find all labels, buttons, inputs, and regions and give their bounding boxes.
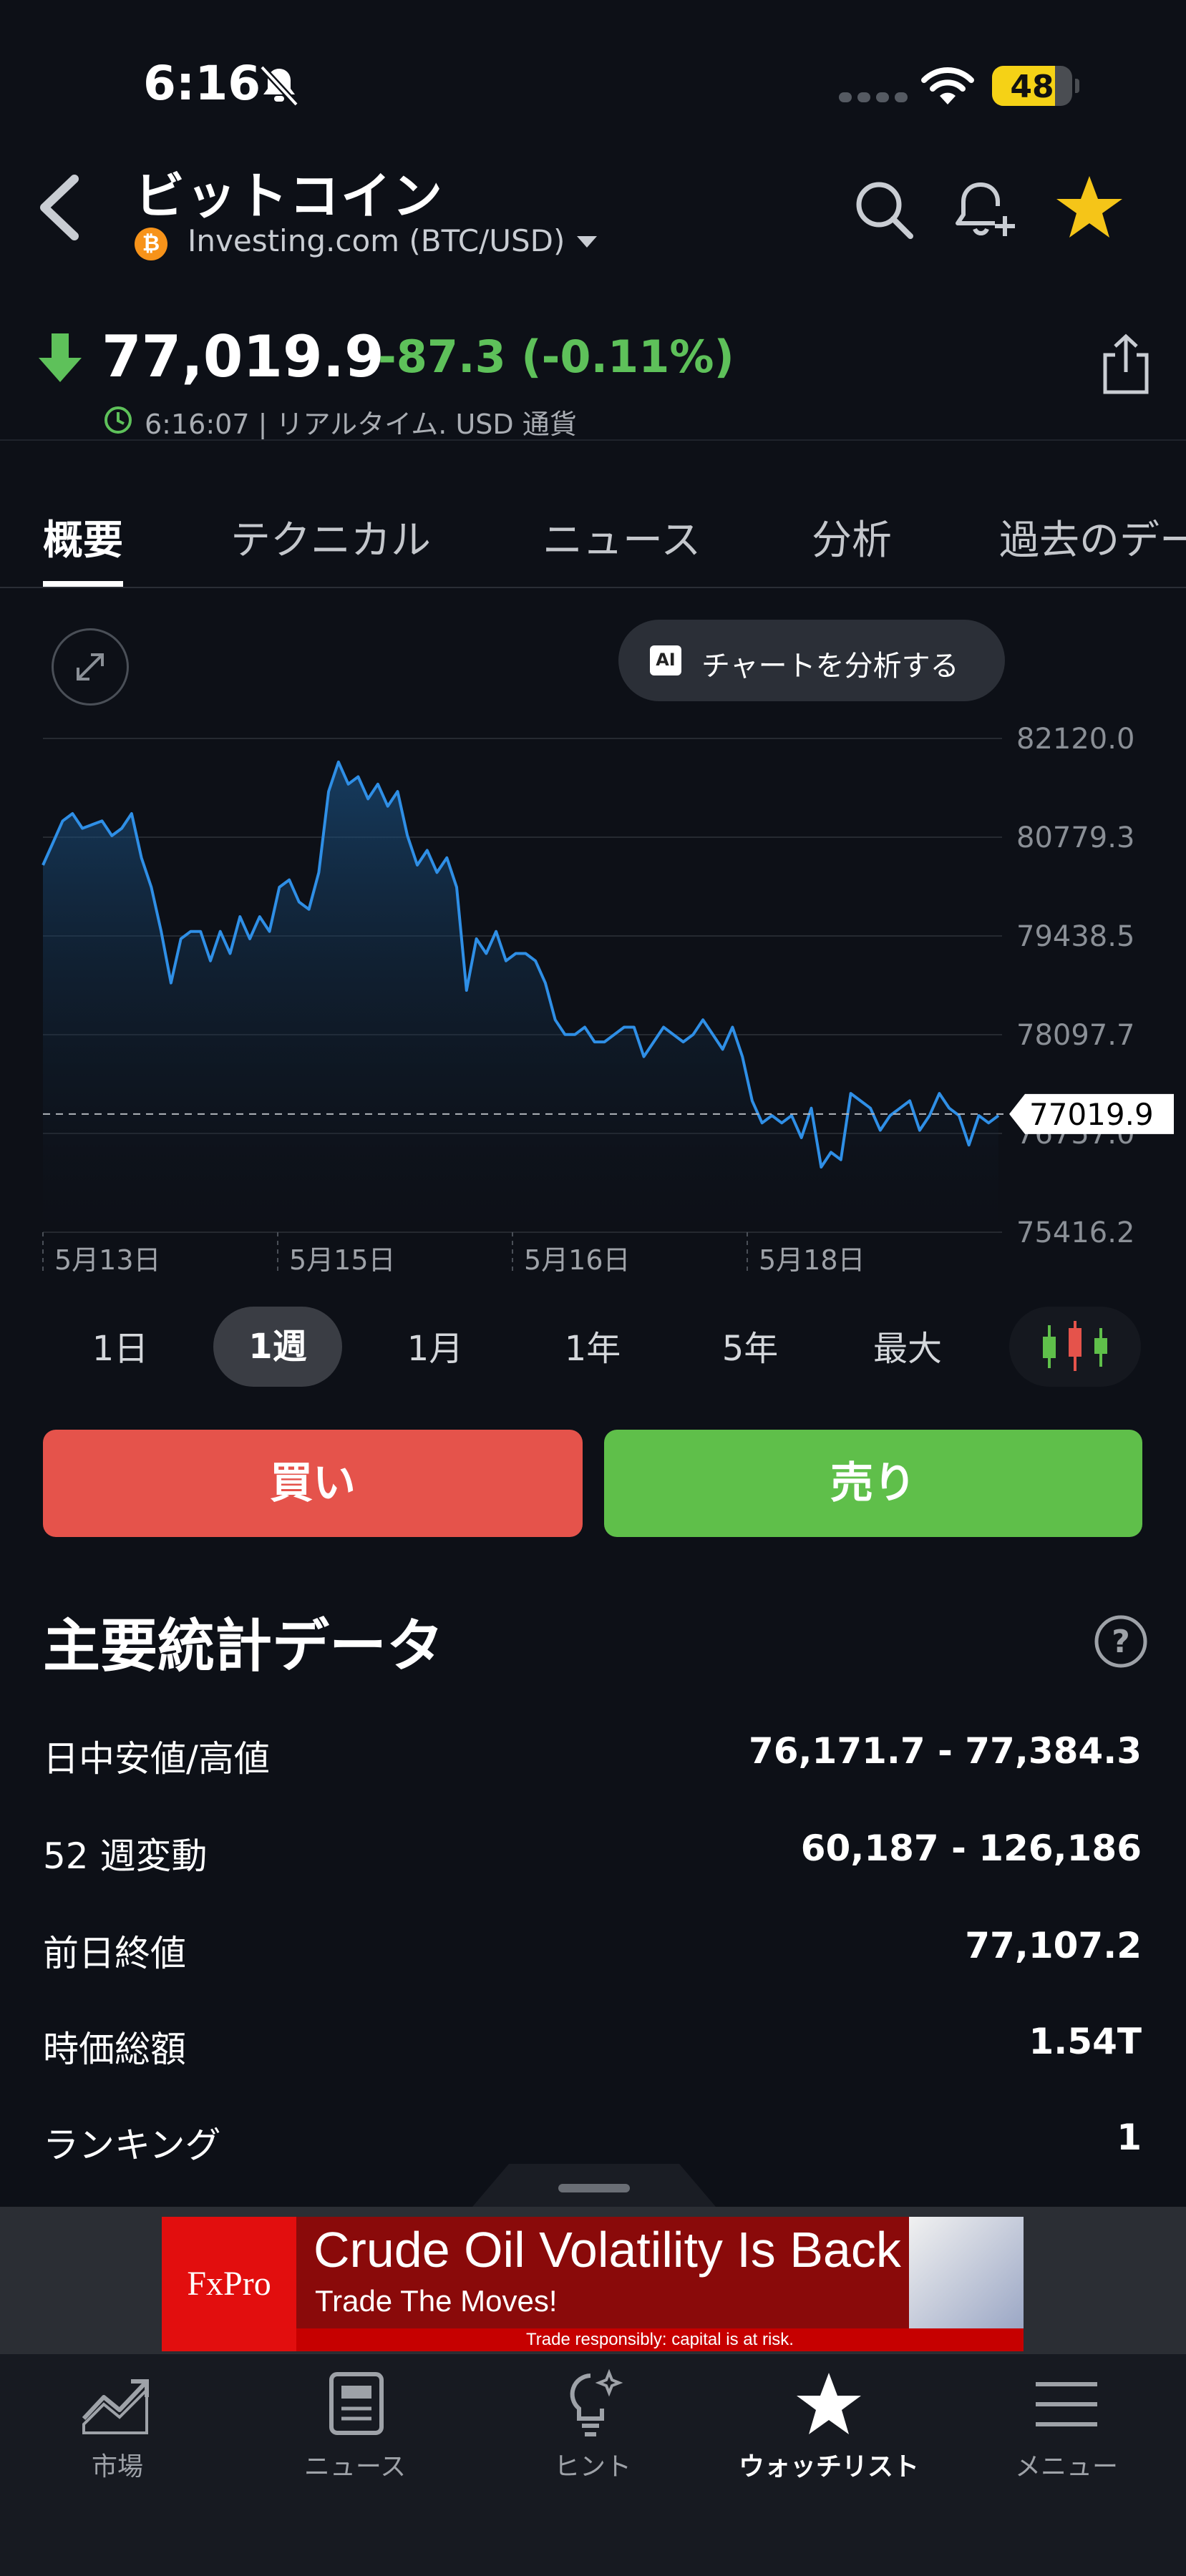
- buy-button[interactable]: 買い: [43, 1430, 583, 1537]
- nav-label: ヒント: [553, 2452, 631, 2482]
- period-1m[interactable]: 1月: [371, 1320, 500, 1370]
- nav-watchlist[interactable]: ウォッチリスト: [721, 2368, 936, 2483]
- candlestick-icon: [1043, 1321, 1107, 1371]
- stat-value-prev-close: 77,107.2: [965, 1925, 1142, 1966]
- y-tick-label: 80779.3: [1016, 821, 1134, 854]
- nav-label: 市場: [91, 2452, 143, 2482]
- divider: [0, 587, 1186, 588]
- star-icon: [797, 2373, 861, 2434]
- tab-technical[interactable]: テクニカル: [230, 508, 431, 566]
- divider: [0, 439, 1186, 441]
- status-time: 6:16: [143, 56, 261, 111]
- stat-label-ranking: ランキング: [43, 2124, 221, 2166]
- nav-tips[interactable]: ヒント: [485, 2368, 700, 2483]
- svg-text:?: ?: [1112, 1624, 1130, 1660]
- nav-label: メニュー: [1014, 2452, 1118, 2482]
- ad-logo: FxPro: [162, 2217, 296, 2351]
- stat-label-market-cap: 時価総額: [43, 2029, 186, 2070]
- nav-news[interactable]: ニュース: [248, 2368, 462, 2483]
- stat-label-prev-close: 前日終値: [43, 1933, 186, 1974]
- stat-label-day-range: 日中安値/高値: [43, 1738, 270, 1780]
- period-1d[interactable]: 1日: [56, 1320, 185, 1370]
- expand-chart-button[interactable]: [52, 628, 129, 706]
- newspaper-icon: [329, 2372, 384, 2435]
- share-icon[interactable]: [1099, 333, 1152, 395]
- period-1w[interactable]: 1週: [213, 1307, 342, 1387]
- price-chart[interactable]: 82120.080779.379438.578097.776757.075416…: [0, 716, 1186, 1288]
- hamburger-icon: [1036, 2382, 1097, 2426]
- ad-image: [909, 2217, 1024, 2328]
- chart-trend-icon: [82, 2379, 149, 2434]
- bitcoin-icon: ₿: [135, 228, 167, 260]
- y-tick-label: 82120.0: [1016, 723, 1134, 756]
- stat-value-ranking: 1: [1117, 2117, 1142, 2158]
- search-icon[interactable]: [852, 177, 916, 242]
- page-title: ビットコイン: [135, 167, 444, 225]
- period-max[interactable]: 最大: [843, 1320, 972, 1370]
- last-price: 77,019.9: [102, 323, 384, 390]
- stat-value-52w-range: 60,187 - 126,186: [800, 1828, 1142, 1869]
- ai-icon: AI: [650, 645, 681, 675]
- analyze-chart-label: チャートを分析する: [701, 650, 959, 683]
- x-tick-label: 5月16日: [524, 1244, 631, 1276]
- sell-button[interactable]: 売り: [604, 1430, 1142, 1537]
- tab-news[interactable]: ニュース: [543, 508, 701, 566]
- tab-analysis[interactable]: 分析: [812, 508, 892, 566]
- period-5y[interactable]: 5年: [686, 1320, 815, 1370]
- ad-drag-handle[interactable]: [558, 2184, 630, 2192]
- ad-disclaimer: Trade responsibly: capital is at risk.: [296, 2328, 1024, 2351]
- nav-label: ウォッチリスト: [738, 2452, 919, 2482]
- tab-historical-data[interactable]: 過去のデー: [999, 508, 1186, 566]
- bell-muted-icon: [259, 64, 299, 107]
- lightbulb-icon: [570, 2368, 623, 2436]
- period-1y[interactable]: 1年: [528, 1320, 657, 1370]
- ad-subline: Trade The Moves!: [315, 2284, 558, 2318]
- source-selector[interactable]: Investing.com (BTC/USD): [188, 223, 565, 258]
- y-tick-label: 79438.5: [1016, 920, 1134, 953]
- analyze-chart-button[interactable]: AI チャートを分析する: [618, 620, 1005, 701]
- clock-icon: [104, 406, 132, 434]
- back-chevron-icon[interactable]: [34, 172, 84, 243]
- candlestick-toggle-button[interactable]: [1009, 1307, 1141, 1387]
- active-tab-indicator: [43, 581, 123, 587]
- price-down-arrow-icon: [39, 333, 82, 382]
- stat-value-day-range: 76,171.7 - 77,384.3: [748, 1730, 1142, 1772]
- add-alert-bell-icon[interactable]: [952, 175, 1021, 243]
- nav-markets[interactable]: 市場: [10, 2368, 225, 2483]
- stat-label-52w-range: 52 週変動: [43, 1835, 208, 1877]
- ad-banner[interactable]: FxPro Crude Oil Volatility Is Back Trade…: [162, 2217, 1024, 2351]
- x-tick-label: 5月18日: [759, 1244, 865, 1276]
- current-price-label: 77019.9: [1029, 1097, 1154, 1132]
- chart-area-fill: [43, 761, 998, 1232]
- stat-value-market-cap: 1.54T: [1029, 2021, 1142, 2062]
- key-stats-title: 主要統計データ: [43, 1613, 444, 1679]
- help-icon[interactable]: ?: [1092, 1613, 1149, 1670]
- nav-menu[interactable]: メニュー: [959, 2368, 1174, 2483]
- cellular-signal-icon: [839, 92, 913, 105]
- expand-icon: [77, 653, 104, 680]
- wifi-icon: [921, 67, 974, 104]
- y-tick-label: 75416.2: [1016, 1216, 1134, 1249]
- nav-label: ニュース: [303, 2452, 407, 2482]
- ad-headline: Crude Oil Volatility Is Back: [313, 2222, 901, 2278]
- x-tick-label: 5月15日: [289, 1244, 396, 1276]
- battery-level: 48: [1010, 69, 1054, 105]
- quote-timestamp: 6:16:07 | リアルタイム. USD 通貨: [145, 409, 577, 440]
- watchlist-star-icon[interactable]: [1054, 172, 1125, 243]
- tab-overview[interactable]: 概要: [43, 508, 123, 566]
- price-change: -87.3 (-0.11%): [378, 331, 734, 383]
- battery-indicator: 48: [992, 66, 1079, 106]
- y-tick-label: 78097.7: [1016, 1019, 1134, 1052]
- caret-down-icon[interactable]: [577, 236, 597, 248]
- x-tick-label: 5月13日: [54, 1244, 161, 1276]
